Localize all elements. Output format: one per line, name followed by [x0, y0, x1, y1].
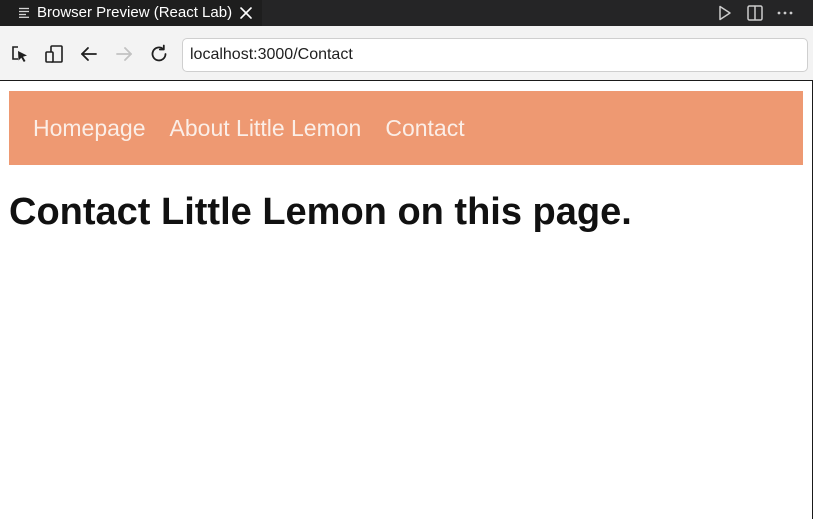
inspect-element-icon[interactable] — [9, 43, 31, 65]
preview-lines-icon — [19, 7, 29, 18]
page-viewport: Homepage About Little Lemon Contact Cont… — [0, 80, 813, 519]
arrow-left-icon[interactable] — [78, 43, 100, 65]
run-icon[interactable] — [714, 3, 734, 23]
url-input[interactable] — [182, 38, 808, 72]
nav-link-about[interactable]: About Little Lemon — [170, 115, 362, 142]
more-actions-icon[interactable] — [775, 3, 795, 23]
nav-link-contact[interactable]: Contact — [385, 115, 464, 142]
page-heading: Contact Little Lemon on this page. — [9, 191, 632, 233]
browser-toolbar — [0, 26, 813, 80]
reload-icon[interactable] — [148, 43, 170, 65]
close-icon[interactable] — [238, 5, 254, 21]
tab-title: Browser Preview (React Lab) — [37, 4, 233, 21]
arrow-right-icon[interactable] — [113, 43, 135, 65]
site-nav: Homepage About Little Lemon Contact — [9, 91, 803, 165]
device-toggle-icon[interactable] — [43, 43, 65, 65]
browser-preview-tab[interactable]: Browser Preview (React Lab) — [0, 0, 262, 26]
split-editor-icon[interactable] — [745, 3, 765, 23]
nav-link-homepage[interactable]: Homepage — [33, 115, 146, 142]
editor-tab-bar: Browser Preview (React Lab) — [0, 0, 813, 26]
